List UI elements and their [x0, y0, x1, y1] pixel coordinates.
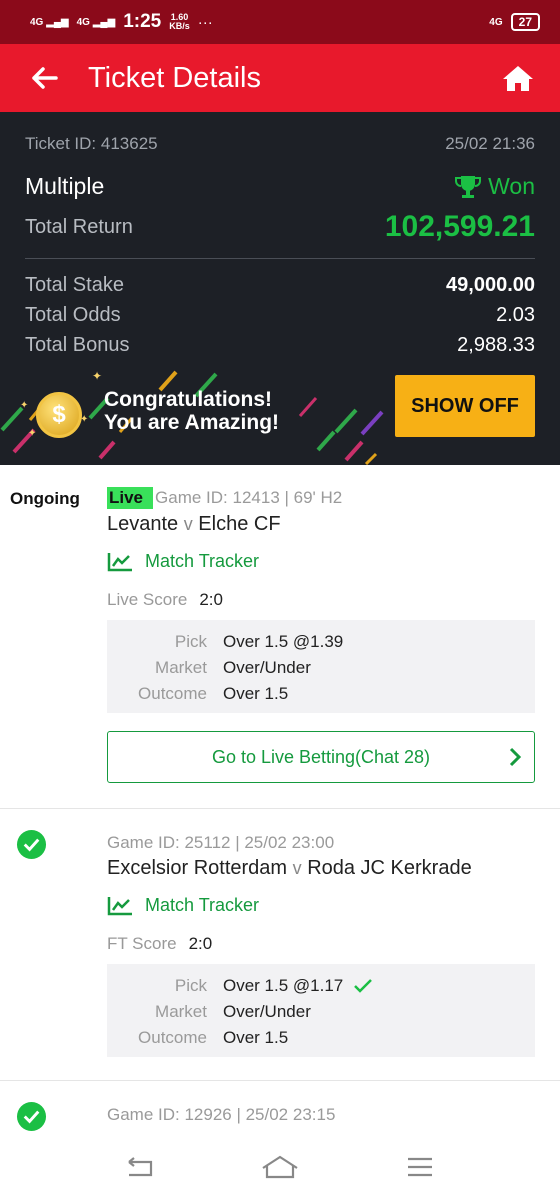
nav-menu-button[interactable] — [390, 1157, 450, 1177]
clock: 1:25 — [123, 11, 162, 32]
match-teams: Excelsior Rotterdam v Roda JC Kerkrade — [107, 857, 472, 879]
divider — [25, 258, 535, 259]
trophy-icon — [455, 175, 482, 198]
ft-score: FT Score 2:0 — [107, 934, 213, 953]
total-return-label: Total Return — [25, 215, 133, 238]
match-teams: Levante v Elche CF — [107, 513, 281, 535]
ticket-type: Multiple — [25, 173, 105, 199]
back-nav-icon — [128, 1156, 153, 1176]
system-nav-bar — [0, 1133, 560, 1200]
page-title: Ticket Details — [88, 61, 261, 94]
home-nav-icon — [262, 1155, 298, 1178]
show-off-button[interactable]: SHOW OFF — [395, 375, 535, 437]
home-button[interactable] — [476, 44, 560, 112]
check-circle-icon — [16, 829, 47, 860]
menu-icon — [408, 1157, 432, 1176]
ticket-datetime: 25/02 21:36 — [445, 134, 535, 153]
list-item: Ongoing Live Game ID: 12413 | 69' H2 Leva… — [0, 465, 560, 809]
pick-details: Pick Over 1.5 @1.39 Market Over/Under Outc… — [107, 620, 535, 713]
mobile-data-icon: 4G — [489, 16, 503, 28]
coin-icon: $ — [36, 392, 82, 438]
list-item: Game ID: 25112 | 25/02 23:00 Excelsior R… — [0, 809, 560, 1081]
match-tracker-link[interactable]: Match Tracker — [107, 895, 259, 916]
more-notifications-icon: ··· — [197, 13, 213, 31]
battery-icon: 27 — [510, 13, 540, 31]
total-stake-label: Total Stake — [25, 274, 124, 296]
status-badge: Won — [454, 173, 535, 200]
live-badge: Live — [107, 487, 154, 509]
back-button[interactable] — [0, 44, 88, 112]
chart-line-icon — [107, 552, 132, 571]
congrats-line-1: Congratulations! — [104, 388, 272, 411]
list-item: Game ID: 12926 | 25/02 23:15 — [0, 1081, 560, 1141]
total-odds-label: Total Odds — [25, 304, 121, 326]
live-betting-button[interactable]: Go to Live Betting(Chat 28) — [107, 731, 535, 783]
nav-back-button[interactable] — [110, 1156, 170, 1178]
game-meta: Live Game ID: 12413 | 69' H2 — [107, 487, 343, 509]
svg-text:✦: ✦ — [28, 428, 36, 439]
live-score: Live Score 2:0 — [107, 590, 223, 609]
pick-details: Pick Over 1.5 @1.17 Market Over/Under Outc… — [107, 964, 535, 1057]
total-bonus-value: 2,988.33 — [457, 334, 535, 356]
total-odds-value: 2.03 — [496, 304, 535, 326]
match-tracker-link[interactable]: Match Tracker — [107, 551, 259, 572]
nav-home-button[interactable] — [250, 1155, 310, 1179]
check-circle-icon — [16, 1101, 47, 1132]
ticket-summary: Ticket ID: 413625 25/02 21:36 Multiple W… — [0, 112, 560, 465]
signal-icon: 4G ▂▄▆ — [30, 16, 69, 28]
arrow-left-icon — [32, 67, 58, 89]
chevron-right-icon — [509, 747, 522, 767]
svg-text:✦: ✦ — [92, 370, 102, 383]
total-bonus-label: Total Bonus — [25, 334, 130, 356]
ticket-id: Ticket ID: 413625 — [25, 134, 158, 153]
game-meta: Game ID: 12926 | 25/02 23:15 — [107, 1105, 336, 1124]
net-speed: 1.60 KB/s — [169, 12, 190, 31]
svg-text:✦: ✦ — [20, 400, 28, 411]
home-icon — [503, 66, 533, 91]
total-stake-value: 49,000.00 — [446, 274, 535, 296]
signal-icon-2: 4G ▂▄▆ — [76, 16, 116, 28]
congrats-line-2: You are Amazing! — [104, 411, 280, 434]
chart-line-icon — [107, 896, 132, 915]
game-meta: Game ID: 25112 | 25/02 23:00 — [107, 833, 335, 852]
total-return-value: 102,599.21 — [384, 210, 535, 243]
status-bar: 4G ▂▄▆ 4G ▂▄▆ 1:25 1.60 KB/s ··· 4G 27 — [0, 0, 560, 44]
check-icon — [354, 979, 373, 993]
app-bar: Ticket Details — [0, 44, 560, 112]
bet-status: Ongoing — [10, 489, 80, 508]
